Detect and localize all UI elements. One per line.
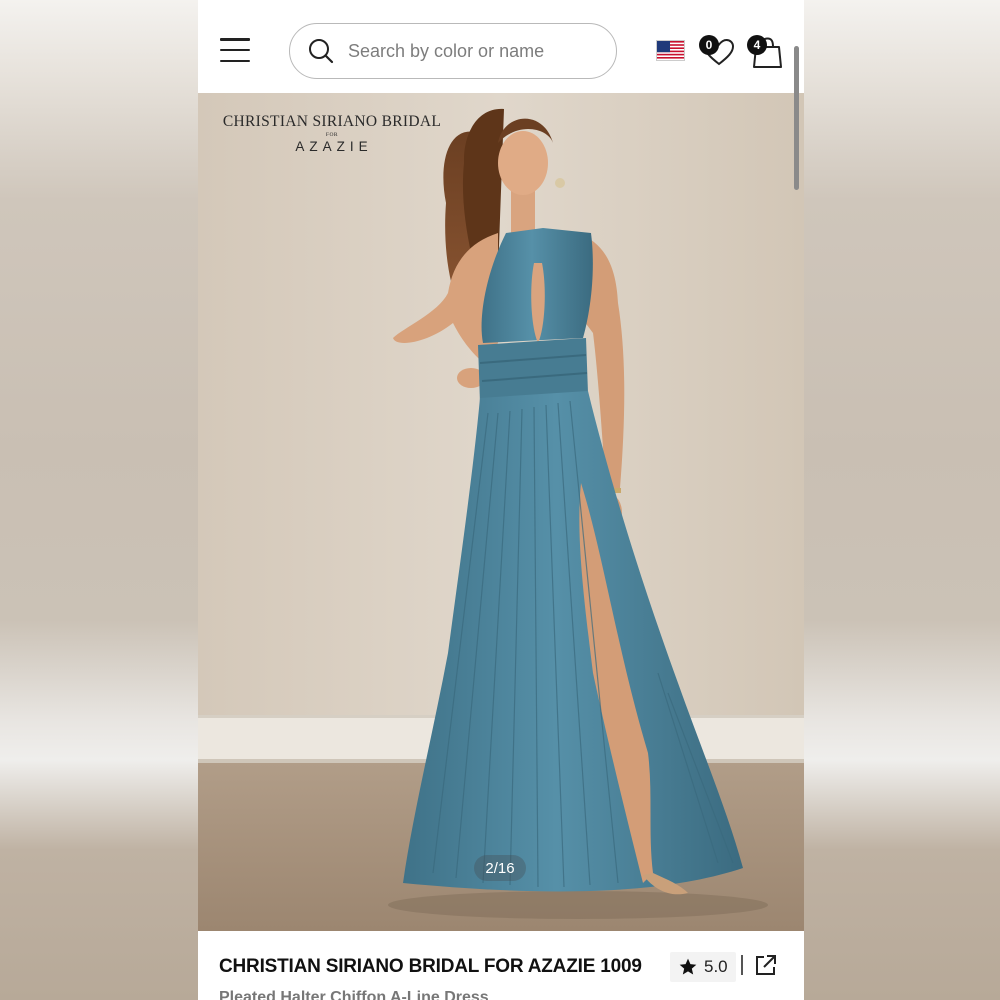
wishlist-button[interactable]: 0 xyxy=(698,34,736,68)
share-button[interactable] xyxy=(754,953,778,977)
brand-logo-line1: CHRISTIAN SIRIANO BRIDAL xyxy=(222,113,442,130)
blurred-background-right xyxy=(804,0,1000,1000)
rating-badge[interactable]: 5.0 xyxy=(670,952,736,982)
mobile-page: 0 4 xyxy=(198,0,804,1000)
menu-bar xyxy=(220,59,250,62)
search-box[interactable] xyxy=(289,23,617,79)
search-input[interactable] xyxy=(348,40,588,62)
page-scrollbar[interactable] xyxy=(794,46,799,190)
product-photo xyxy=(198,93,804,931)
wishlist-count-badge: 0 xyxy=(699,35,719,55)
menu-bar xyxy=(220,48,250,52)
brand-logo-line2: FOR xyxy=(325,132,339,138)
share-external-link-icon xyxy=(756,955,776,975)
product-title: CHRISTIAN SIRIANO BRIDAL FOR AZAZIE 1009 xyxy=(219,956,642,977)
cart-count-badge: 4 xyxy=(747,35,767,55)
us-flag-icon[interactable] xyxy=(656,40,685,61)
rating-value: 5.0 xyxy=(704,957,728,976)
blurred-background-left xyxy=(0,0,198,1000)
top-header: 0 4 xyxy=(198,0,804,93)
divider xyxy=(741,955,743,975)
cart-button[interactable]: 4 xyxy=(746,34,784,70)
menu-bar xyxy=(220,38,250,41)
search-icon xyxy=(309,39,334,64)
product-info: CHRISTIAN SIRIANO BRIDAL FOR AZAZIE 1009… xyxy=(198,931,804,1000)
hamburger-menu-button[interactable] xyxy=(220,38,250,62)
star-icon xyxy=(679,958,697,975)
product-subtitle: Pleated Halter Chiffon A-Line Dress xyxy=(219,989,489,1000)
brand-logo-line3: AZAZIE xyxy=(295,139,373,154)
image-counter: 2/16 xyxy=(474,855,526,881)
brand-logo: CHRISTIAN SIRIANO BRIDAL FOR AZAZIE xyxy=(222,113,442,154)
product-image-carousel[interactable]: CHRISTIAN SIRIANO BRIDAL FOR AZAZIE 2/16 xyxy=(198,93,804,931)
